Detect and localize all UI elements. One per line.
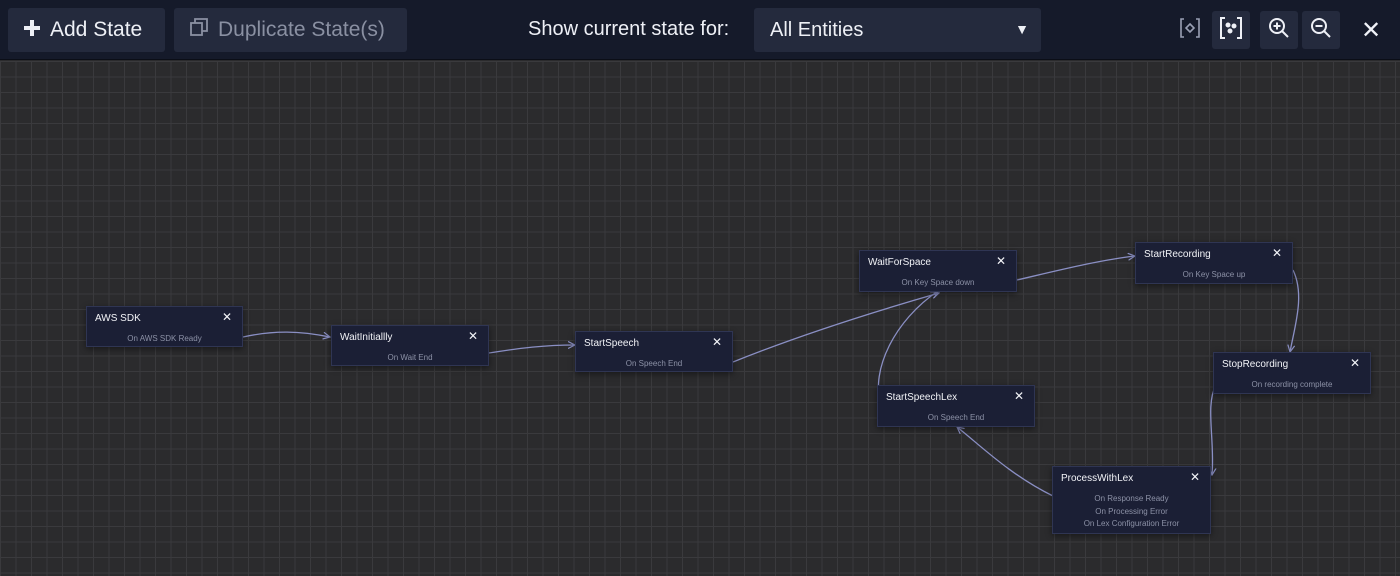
state-node-waitinitiallly[interactable]: WaitInitiallly ✕ On Wait End <box>331 325 489 366</box>
state-node-processwithlex[interactable]: ProcessWithLex ✕ On Response Ready On Pr… <box>1052 466 1211 534</box>
event-label: On Speech End <box>927 413 985 422</box>
event-label: On Response Ready <box>1094 494 1169 503</box>
state-title: WaitForSpace <box>868 257 931 268</box>
state-node-aws-sdk[interactable]: AWS SDK ✕ On AWS SDK Ready <box>86 306 243 347</box>
close-icon: ✕ <box>1360 16 1382 44</box>
duplicate-icon <box>190 18 208 42</box>
add-state-label: Add State <box>50 18 143 41</box>
fit-selection-button[interactable] <box>1171 11 1209 49</box>
close-icon[interactable]: ✕ <box>712 335 722 349</box>
state-node-startspeech[interactable]: StartSpeech ✕ On Speech End <box>575 331 733 372</box>
event-label: On recording complete <box>1251 380 1333 389</box>
state-title: StopRecording <box>1222 359 1289 370</box>
event-label: On Key Space up <box>1182 270 1246 279</box>
add-state-button[interactable]: Add State <box>8 8 165 52</box>
zoom-in-icon <box>1268 17 1290 44</box>
state-node-stoprecording[interactable]: StopRecording ✕ On recording complete <box>1213 352 1371 394</box>
event-label: On Wait End <box>387 353 433 362</box>
close-icon[interactable]: ✕ <box>1272 246 1282 260</box>
toolbar: Add State Duplicate State(s) Show curren… <box>0 0 1400 60</box>
close-icon[interactable]: ✕ <box>1190 470 1200 484</box>
event-label: On Lex Configuration Error <box>1083 519 1180 528</box>
state-node-startrecording[interactable]: StartRecording ✕ On Key Space up <box>1135 242 1293 284</box>
entity-select-value: All Entities <box>770 18 864 41</box>
state-title: StartSpeech <box>584 338 640 349</box>
zoom-out-icon <box>1310 17 1332 44</box>
close-icon[interactable]: ✕ <box>1014 389 1024 403</box>
state-node-waitforspace[interactable]: WaitForSpace ✕ On Key Space down <box>859 250 1017 292</box>
state-title: WaitInitiallly <box>340 332 393 343</box>
show-current-state-label: Show current state for: <box>528 18 730 40</box>
event-label: On Processing Error <box>1095 506 1168 516</box>
zoom-out-button[interactable] <box>1302 11 1340 49</box>
close-icon[interactable]: ✕ <box>222 310 232 324</box>
event-label: On AWS SDK Ready <box>127 334 202 343</box>
state-title: StartRecording <box>1144 249 1211 260</box>
state-title: ProcessWithLex <box>1061 473 1134 484</box>
fit-all-icon <box>1219 16 1243 45</box>
close-icon[interactable]: ✕ <box>468 329 478 343</box>
state-node-startspeechlex[interactable]: StartSpeechLex ✕ On Speech End <box>877 385 1035 427</box>
event-label: On Speech End <box>625 359 683 368</box>
plus-icon <box>24 18 40 42</box>
close-icon[interactable]: ✕ <box>1350 356 1360 370</box>
fit-all-button[interactable] <box>1212 11 1250 49</box>
event-label: On Key Space down <box>901 278 975 287</box>
zoom-in-button[interactable] <box>1260 11 1298 49</box>
duplicate-state-label: Duplicate State(s) <box>218 18 385 41</box>
chevron-down-icon: ▼ <box>1015 21 1029 37</box>
fit-selection-icon <box>1179 17 1201 44</box>
close-icon[interactable]: ✕ <box>996 254 1006 268</box>
entity-select[interactable]: All Entities ▼ <box>754 8 1041 52</box>
duplicate-state-button[interactable]: Duplicate State(s) <box>174 8 407 52</box>
state-title: StartSpeechLex <box>886 392 958 403</box>
close-button[interactable]: ✕ <box>1352 11 1390 49</box>
state-title: AWS SDK <box>95 313 141 324</box>
